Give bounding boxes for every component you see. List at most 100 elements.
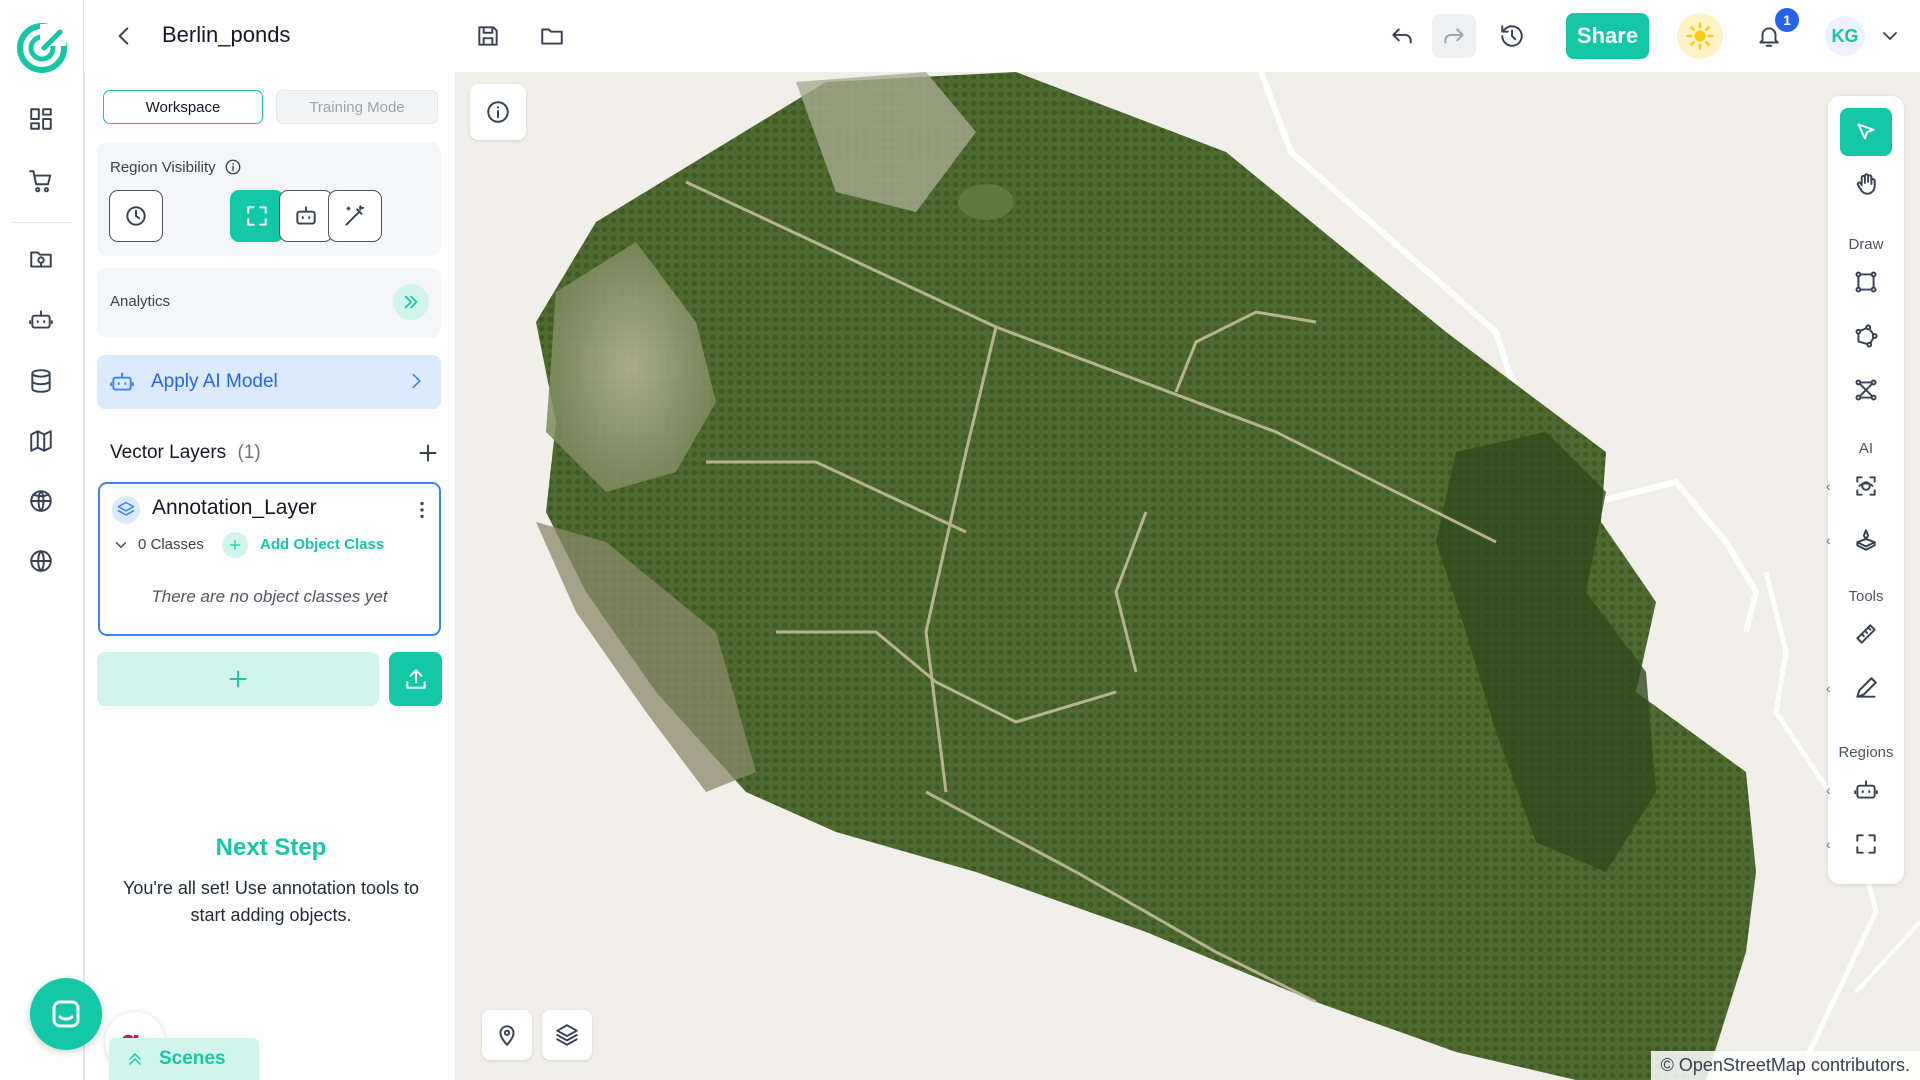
layer-menu-button[interactable]	[410, 496, 434, 524]
chevron-down-icon[interactable]	[112, 536, 130, 554]
info-icon[interactable]	[224, 158, 242, 176]
upload-layer-button[interactable]	[389, 652, 442, 706]
scenes-tab[interactable]: Scenes	[109, 1038, 259, 1080]
open-folder-button[interactable]	[536, 20, 568, 52]
add-object-class-link[interactable]: Add Object Class	[260, 536, 384, 553]
pan-tool-button[interactable]	[1840, 160, 1892, 208]
ai-segment-tool-button[interactable]	[1840, 516, 1892, 564]
ai-detect-tool-button[interactable]	[1840, 462, 1892, 510]
cursor-arrow-icon	[1857, 123, 1875, 140]
add-class-icon[interactable]	[222, 532, 248, 558]
polygon-tool-button[interactable]	[1840, 312, 1892, 360]
vector-layers-label: Vector Layers	[110, 442, 227, 463]
share-button[interactable]: Share	[1566, 13, 1649, 59]
globe-icon[interactable]	[28, 548, 56, 576]
orthomosaic-image[interactable]	[456, 72, 1920, 1080]
save-icon	[478, 26, 498, 46]
map-icon[interactable]	[28, 428, 56, 456]
chevron-left-icon[interactable]: ‹	[1826, 680, 1831, 696]
layers-button[interactable]	[542, 1010, 592, 1060]
double-chevron-up-icon	[129, 1053, 141, 1065]
region-fullscreen-tool-button[interactable]	[1840, 820, 1892, 868]
chat-icon	[52, 1000, 80, 1028]
clock-icon	[126, 206, 146, 226]
bounding-box-icon	[1855, 271, 1877, 293]
fullscreen-visibility-button[interactable]	[230, 190, 284, 242]
user-avatar[interactable]: KG	[1825, 16, 1865, 56]
plus-icon	[419, 444, 437, 462]
chevron-left-icon	[118, 27, 129, 45]
user-menu-toggle[interactable]	[1878, 24, 1902, 48]
top-bar: Berlin_ponds Share 1 KG	[84, 0, 1920, 72]
undo-button[interactable]	[1384, 18, 1420, 54]
tab-training-mode[interactable]: Training Mode	[276, 90, 438, 124]
app-logo-icon[interactable]	[16, 22, 68, 74]
upload-icon	[405, 669, 426, 689]
map-attribution[interactable]: © OpenStreetMap contributors.	[1650, 1051, 1920, 1080]
add-layer-button[interactable]	[97, 652, 379, 706]
project-folder-icon[interactable]	[28, 246, 56, 274]
magic-wand-icon	[345, 205, 365, 226]
brush-tool-button[interactable]	[1840, 664, 1892, 712]
regions-section-label: Regions	[1838, 744, 1894, 761]
region-robot-tool-button[interactable]	[1840, 766, 1892, 814]
double-chevron-right-icon	[404, 295, 418, 309]
wand-visibility-button[interactable]	[328, 190, 382, 242]
save-button[interactable]	[472, 20, 504, 52]
annotation-layer-card[interactable]: Annotation_Layer 0 Classes Add Object Cl…	[98, 482, 441, 636]
chevron-left-icon[interactable]: ‹	[1826, 782, 1831, 798]
folder-icon	[541, 28, 563, 45]
classes-count: 0 Classes	[138, 536, 204, 553]
robot-icon[interactable]	[28, 307, 56, 335]
scenes-label: Scenes	[159, 1048, 226, 1069]
robot-visibility-button[interactable]	[279, 190, 333, 242]
apply-ai-model-button[interactable]: Apply AI Model	[97, 355, 441, 409]
expand-icon	[247, 206, 267, 226]
annotation-toolbar: Draw AI ‹ ‹ Tools ‹ Regions ‹ ‹	[1826, 96, 1904, 884]
analytics-expand-button[interactable]	[393, 284, 429, 320]
chevron-left-icon[interactable]: ‹	[1826, 478, 1831, 494]
tab-workspace[interactable]: Workspace	[103, 90, 263, 124]
history-icon	[1501, 25, 1523, 47]
measure-tool-button[interactable]	[1840, 610, 1892, 658]
undo-icon	[1392, 28, 1412, 44]
database-icon[interactable]	[28, 368, 56, 396]
redo-button[interactable]	[1432, 14, 1476, 58]
region-visibility-label: Region Visibility	[110, 158, 216, 176]
cart-icon[interactable]	[28, 168, 56, 196]
globe-grid-icon[interactable]	[28, 488, 56, 516]
keypoint-tool-button[interactable]	[1840, 366, 1892, 414]
theme-toggle-button[interactable]	[1677, 13, 1723, 59]
back-button[interactable]	[108, 20, 140, 52]
workspace-panel: Workspace Training Mode Region Visibilit…	[84, 72, 456, 1080]
rectangle-tool-button[interactable]	[1840, 258, 1892, 306]
left-rail	[0, 0, 84, 1080]
chevron-left-icon[interactable]: ‹	[1826, 532, 1831, 548]
select-tool-button[interactable]	[1840, 108, 1892, 156]
location-button[interactable]	[482, 1010, 532, 1060]
analytics-label: Analytics	[110, 293, 171, 310]
chevron-right-icon	[412, 373, 421, 389]
kebab-menu-icon	[420, 501, 424, 519]
sun-icon	[1686, 22, 1714, 50]
pen-icon	[1856, 677, 1877, 698]
analytics-card[interactable]: Analytics	[97, 268, 441, 338]
history-button[interactable]	[1494, 18, 1530, 54]
time-visibility-button[interactable]	[109, 190, 163, 242]
no-classes-message: There are no object classes yet	[151, 587, 388, 606]
vector-layers-count: (1)	[237, 442, 261, 463]
map-canvas[interactable]: © OpenStreetMap contributors.	[456, 72, 1920, 1080]
robot-icon	[296, 206, 316, 225]
add-vector-layer-button[interactable]	[415, 440, 441, 466]
notification-badge: 1	[1775, 8, 1799, 32]
next-step-text: You're all set! Use annotation tools to …	[123, 878, 419, 925]
dashboard-icon[interactable]	[28, 106, 56, 134]
scan-eye-icon	[1856, 476, 1876, 496]
info-button[interactable]	[470, 84, 526, 140]
robot-icon	[110, 372, 134, 391]
chevron-left-icon[interactable]: ‹	[1826, 836, 1831, 852]
vector-layers-header: Vector Layers (1)	[110, 442, 261, 464]
region-visibility-header: Region Visibility	[110, 158, 242, 176]
chat-launcher-button[interactable]	[30, 978, 102, 1050]
layers-icon	[112, 496, 140, 524]
